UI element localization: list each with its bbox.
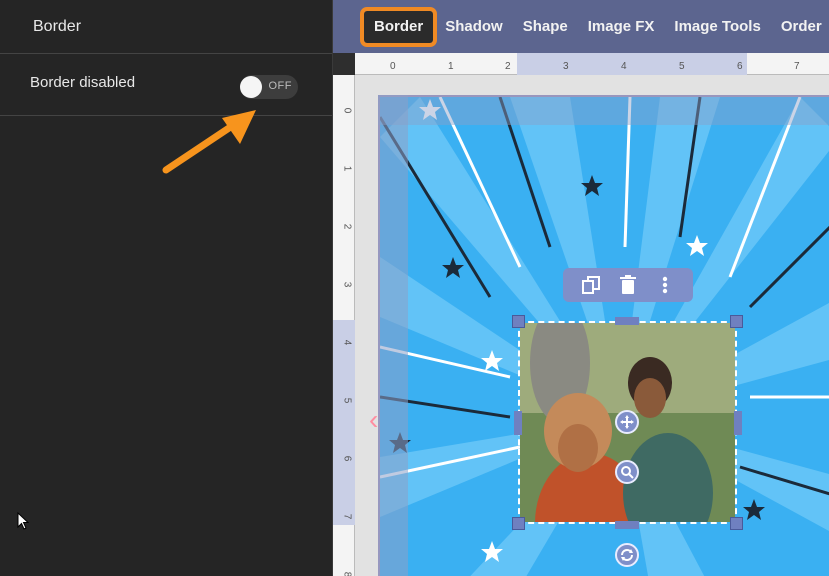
tab-image-tools[interactable]: Image Tools [664,11,770,43]
panel-title: Border [33,17,82,35]
copy-icon [582,276,601,294]
pointer-arrow-icon [162,110,256,174]
tab-order[interactable]: Order [771,11,829,43]
resize-handle-top-right[interactable] [730,315,743,328]
bleed-margin-top [378,95,829,125]
ruler-label: 4 [341,339,353,346]
ruler-label: 5 [341,397,353,404]
ruler-label: 6 [737,61,743,72]
ruler-selection-highlight [333,320,355,525]
more-vertical-icon [662,276,667,294]
vertical-ruler: 0 1 2 3 4 5 6 7 8 [333,75,355,576]
ruler-label: 4 [621,61,627,72]
ruler-selection-highlight [517,53,747,75]
resize-handle-bottom-right[interactable] [730,517,743,530]
ruler-label: 7 [794,61,800,72]
bleed-margin-left [378,95,408,576]
element-toolbar [563,268,693,302]
rotate-icon [621,549,633,561]
ruler-label: 5 [679,61,685,72]
resize-handle-bottom-left[interactable] [512,517,525,530]
move-icon [620,415,634,429]
horizontal-ruler: 0 1 2 3 4 5 6 7 [333,53,829,75]
ruler-corner [333,53,355,75]
resize-handle-left[interactable] [514,411,522,435]
editor-workspace: Border Shadow Shape Image FX Image Tools… [333,0,829,576]
move-button[interactable] [615,410,639,434]
resize-handle-bottom[interactable] [615,521,639,529]
border-toggle[interactable]: OFF [240,74,298,99]
ruler-label: 1 [341,165,353,172]
chevron-left-icon[interactable]: ‹ [369,404,378,436]
toggle-state-text: OFF [268,79,292,92]
tab-border[interactable]: Border [359,6,438,47]
border-setting-label: Border disabled [30,74,136,91]
tool-tab-bar: Border Shadow Shape Image FX Image Tools… [333,0,829,53]
tab-shadow[interactable]: Shadow [435,11,513,43]
resize-handle-top[interactable] [615,317,639,325]
ruler-label: 2 [505,61,511,72]
ruler-label: 3 [563,61,569,72]
border-setting-row: Border disabled OFF [0,54,332,116]
tab-shape[interactable]: Shape [513,11,578,43]
resize-handle-top-left[interactable] [512,315,525,328]
properties-panel: Border Border disabled OFF [0,0,333,576]
ruler-label: 1 [448,61,454,72]
ruler-label: 0 [341,107,353,114]
panel-header: Border [0,0,332,54]
zoom-button[interactable] [615,460,639,484]
trash-icon [619,275,636,294]
ruler-label: 6 [341,455,353,462]
delete-button[interactable] [616,273,640,297]
ruler-label: 3 [341,281,353,288]
tab-image-fx[interactable]: Image FX [578,11,665,43]
resize-handle-right[interactable] [734,411,742,435]
ruler-label: 7 [341,513,353,520]
ruler-label: 8 [341,571,353,576]
zoom-icon [621,466,634,479]
ruler-label: 2 [341,223,353,230]
ruler-label: 0 [390,61,396,72]
duplicate-button[interactable] [579,273,603,297]
rotate-button[interactable] [615,543,639,567]
toggle-knob [240,75,262,98]
more-options-button[interactable] [653,273,677,297]
mouse-cursor-icon [17,512,29,530]
